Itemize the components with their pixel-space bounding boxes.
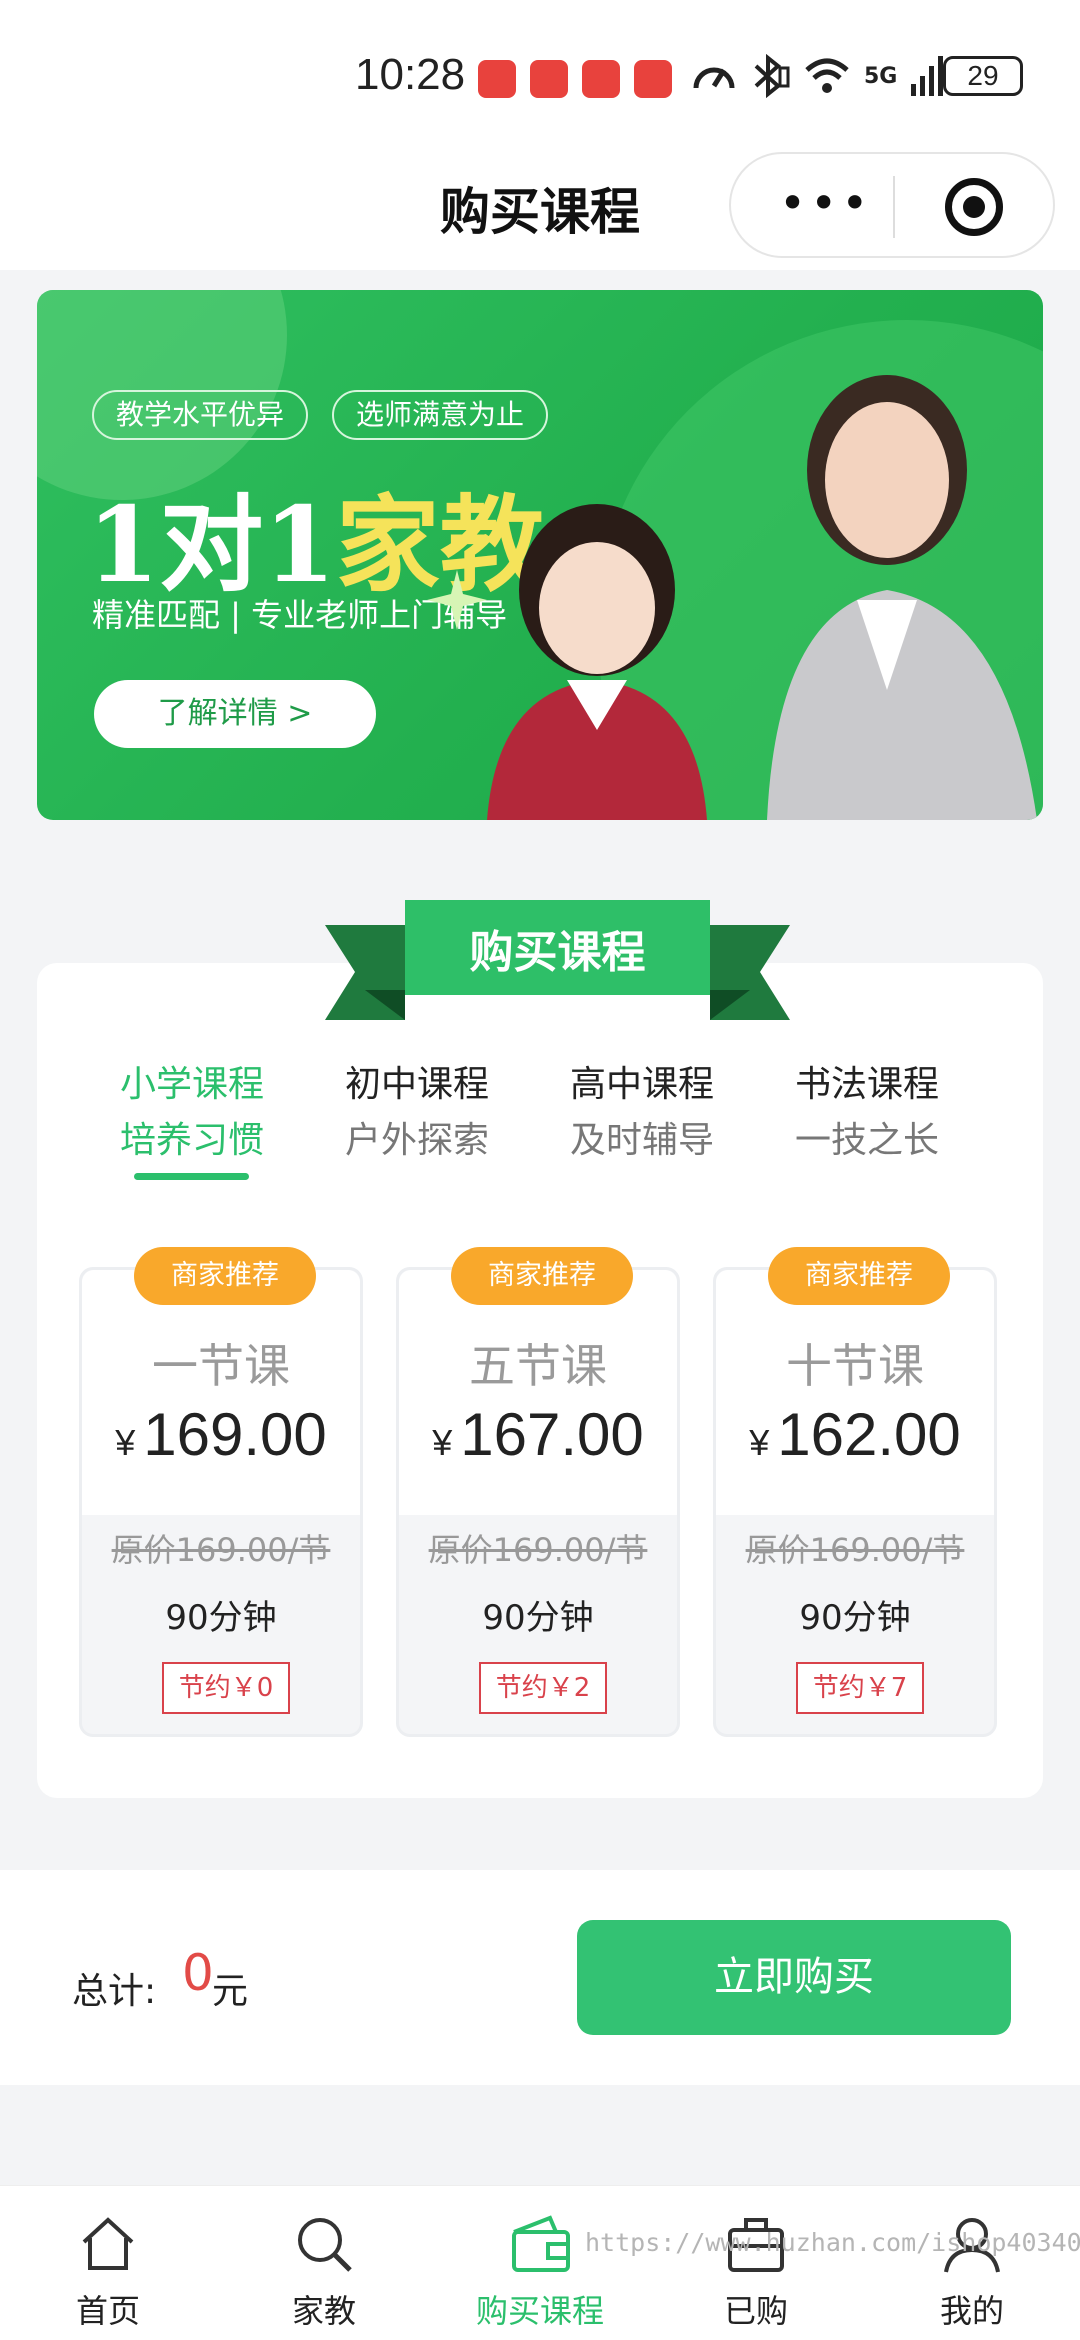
capsule-divider xyxy=(893,176,895,238)
purchase-bar: 总计: 0 元 立即购买 xyxy=(0,1870,1080,2085)
network-type: 5G xyxy=(864,63,898,89)
recommend-badge: 商家推荐 xyxy=(768,1247,950,1305)
home-icon xyxy=(82,2217,134,2270)
more-icon[interactable]: ••• xyxy=(779,180,872,226)
price-value: 162.00 xyxy=(777,1401,961,1468)
saving-tag: 节约￥2 xyxy=(479,1662,607,1714)
package-price: ¥162.00 xyxy=(716,1400,994,1469)
tabbar-label: 首页 xyxy=(75,2292,140,2330)
tabbar-item-buy-course[interactable]: 购买课程 xyxy=(440,2186,640,2340)
package-name: 五节课 xyxy=(469,1339,607,1393)
active-tab-indicator xyxy=(134,1173,249,1180)
recommend-badge: 商家推荐 xyxy=(451,1247,633,1305)
package-card[interactable]: 商家推荐 十节课 ¥162.00 原价169.00/节 90分钟 节约￥7 xyxy=(713,1247,997,1737)
promo-banner[interactable]: 教学水平优异 选师满意为止 1对1家教 精准匹配 | 专业老师上门辅导 了解详情… xyxy=(37,290,1043,820)
currency-symbol: ¥ xyxy=(749,1422,770,1463)
tabbar-item-tutor[interactable]: 家教 xyxy=(224,2186,424,2340)
package-price: ¥167.00 xyxy=(399,1400,677,1469)
wallet-icon xyxy=(512,2215,570,2272)
total-label: 总计: xyxy=(72,1971,157,2012)
total-unit: 元 xyxy=(212,1971,249,2012)
total-value: 0 xyxy=(182,1944,214,2002)
student-image xyxy=(487,504,707,820)
close-target-icon[interactable] xyxy=(945,178,1003,236)
status-time: 10:28 xyxy=(355,50,466,99)
package-name: 十节课 xyxy=(786,1339,924,1393)
price-value: 167.00 xyxy=(460,1401,644,1468)
course-tabs: 小学课程 培养习惯 初中课程 户外探索 高中课程 及时辅导 书法课程 一技之长 xyxy=(37,1055,1043,1185)
bottom-tab-bar: 首页 家教 购买课程 已购 我的 xyxy=(0,2185,1080,2340)
wifi-icon xyxy=(805,58,849,93)
status-icons: 5G xyxy=(692,54,945,98)
speed-icon xyxy=(693,67,735,89)
tabbar-label: 购买课程 xyxy=(475,2292,604,2330)
sparkle-icon xyxy=(427,570,487,630)
app-notification-icon xyxy=(634,60,672,98)
tabbar-item-purchased[interactable]: 已购 xyxy=(656,2186,856,2340)
package-price: ¥169.00 xyxy=(82,1400,360,1469)
tab-sublabel: 一技之长 xyxy=(794,1120,939,1161)
tabbar-label: 家教 xyxy=(291,2292,356,2330)
status-bar: 10:28 5G 29 xyxy=(0,0,1080,150)
saving-tag: 节约￥0 xyxy=(162,1662,290,1714)
tab-calligraphy-course[interactable]: 书法课程 一技之长 xyxy=(757,1055,977,1163)
nav-bar: 购买课程 ••• xyxy=(0,150,1080,270)
buy-now-button[interactable]: 立即购买 xyxy=(577,1920,1011,2035)
saving-tag: 节约￥7 xyxy=(796,1662,924,1714)
tab-sublabel: 及时辅导 xyxy=(569,1120,714,1161)
app-notification-icon xyxy=(478,60,516,98)
tab-junior-course[interactable]: 初中课程 户外探索 xyxy=(307,1055,527,1163)
section-title: 购买课程 xyxy=(469,927,646,978)
lesson-duration: 90分钟 xyxy=(482,1598,594,1638)
banner-tag: 教学水平优异 xyxy=(92,390,309,440)
app-notification-icon xyxy=(582,60,620,98)
bluetooth-icon xyxy=(754,54,790,98)
signal-icon xyxy=(911,56,944,96)
tab-label: 小学课程 xyxy=(119,1064,264,1105)
tabbar-item-home[interactable]: 首页 xyxy=(8,2186,208,2340)
search-icon xyxy=(298,2218,352,2272)
app-notification-icon xyxy=(530,60,568,98)
lesson-duration: 90分钟 xyxy=(165,1598,277,1638)
banner-tag: 选师满意为止 xyxy=(332,390,549,440)
tab-sublabel: 培养习惯 xyxy=(119,1120,264,1161)
recommend-badge: 商家推荐 xyxy=(134,1247,316,1305)
battery-indicator: 29 xyxy=(943,56,1023,96)
currency-symbol: ¥ xyxy=(432,1422,453,1463)
tab-label: 高中课程 xyxy=(569,1064,714,1105)
tab-label: 书法课程 xyxy=(794,1064,939,1105)
mini-program-capsule: ••• xyxy=(729,152,1055,258)
package-card[interactable]: 商家推荐 一节课 ¥169.00 原价169.00/节 90分钟 节约￥0 xyxy=(79,1247,363,1737)
price-value: 169.00 xyxy=(143,1401,327,1468)
tab-senior-course[interactable]: 高中课程 及时辅导 xyxy=(532,1055,752,1163)
learn-more-button[interactable]: 了解详情 > xyxy=(94,680,376,748)
tab-sublabel: 户外探索 xyxy=(344,1120,489,1161)
tab-label: 初中课程 xyxy=(344,1064,489,1105)
currency-symbol: ¥ xyxy=(115,1422,136,1463)
package-card[interactable]: 商家推荐 五节课 ¥167.00 原价169.00/节 90分钟 节约￥2 xyxy=(396,1247,680,1737)
original-price: 原价169.00/节 xyxy=(428,1531,648,1569)
banner-title-part1: 1对1 xyxy=(87,483,336,606)
package-name: 一节课 xyxy=(152,1339,290,1393)
teacher-image xyxy=(767,375,1037,820)
tabbar-label: 我的 xyxy=(939,2292,1004,2330)
tab-primary-course[interactable]: 小学课程 培养习惯 xyxy=(82,1055,302,1163)
lesson-duration: 90分钟 xyxy=(799,1598,911,1638)
original-price: 原价169.00/节 xyxy=(111,1531,331,1569)
watermark-text: https://www.huzhan.com/ishop40340 xyxy=(585,2228,1080,2257)
tabbar-label: 已购 xyxy=(723,2292,788,2330)
tabbar-item-mine[interactable]: 我的 xyxy=(872,2186,1072,2340)
original-price: 原价169.00/节 xyxy=(745,1531,965,1569)
